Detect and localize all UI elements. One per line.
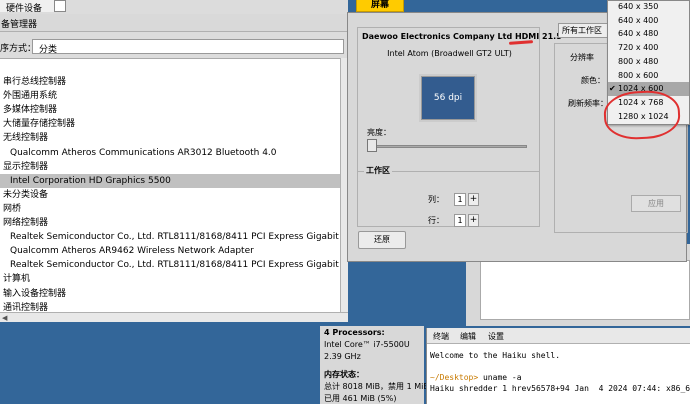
resolution-option-label: 800 x 600	[618, 70, 659, 80]
brightness-slider-handle[interactable]	[367, 139, 377, 152]
terminal-menubar: 终端 编辑 设置	[427, 328, 690, 344]
cpu-model: Intel Core™ i7-5500U	[324, 340, 410, 349]
rows-field[interactable]: 1	[454, 214, 466, 227]
menu-terminal[interactable]: 终端	[433, 331, 449, 342]
gpu-name: Intel Atom (Broadwell GT2 ULT)	[387, 49, 512, 58]
workspace-panel: 工作区 列： 1 + 行： 1 +	[357, 165, 540, 227]
device-item[interactable]: Realtek Semiconductor Co., Ltd. RTL8111/…	[0, 258, 340, 272]
device-category[interactable]: 通讯控制器	[0, 301, 340, 312]
sort-select[interactable]: 分类	[32, 39, 344, 55]
cpu-speed: 2.39 GHz	[324, 352, 361, 361]
device-category[interactable]: 输入设备控制器	[0, 287, 340, 301]
resolution-option[interactable]: 800 x 600	[608, 69, 689, 83]
brightness-slider[interactable]	[369, 145, 527, 148]
columns-field[interactable]: 1	[454, 193, 466, 206]
resolution-option-label: 640 x 400	[618, 15, 659, 25]
resolution-option-label: 720 x 400	[618, 43, 659, 53]
device-category[interactable]: 外围通用系统	[0, 89, 340, 103]
restore-button[interactable]: 还原	[358, 231, 406, 249]
device-category[interactable]: 计算机	[0, 272, 340, 286]
resolution-option[interactable]: 720 x 400	[608, 41, 689, 55]
sort-label: 序方式：	[0, 44, 37, 54]
window-tab-screen[interactable]: 屏幕	[356, 0, 404, 12]
color-label: 颜色：	[581, 76, 605, 85]
apply-button[interactable]: 应用	[631, 195, 681, 212]
menu-edit[interactable]: 编辑	[460, 331, 476, 342]
workspace-title: 工作区	[364, 165, 392, 176]
welcome-line: Welcome to the Haiku shell.	[430, 351, 561, 360]
device-category[interactable]: 大储量存储控制器	[0, 117, 340, 131]
scroll-left-icon[interactable]: ◀	[2, 314, 7, 322]
prompt-path: ~/Desktop>	[430, 373, 479, 382]
device-category[interactable]: 无线控制器	[0, 131, 340, 145]
device-category[interactable]: 网络控制器	[0, 216, 340, 230]
device-category[interactable]: 显示控制器	[0, 160, 340, 174]
memory-total: 总计 8018 MiB，禁用 1 MiB	[324, 382, 429, 391]
monitor-preview: 56 dpi	[421, 76, 475, 120]
resolution-option[interactable]: 640 x 400	[608, 14, 689, 28]
resolution-label: 分辨率	[570, 53, 594, 62]
device-category[interactable]: 多媒体控制器	[0, 103, 340, 117]
resolution-option[interactable]: 640 x 480	[608, 27, 689, 41]
terminal-output: Welcome to the Haiku shell. ~/Desktop> u…	[430, 350, 690, 394]
resolution-option[interactable]: 640 x 350	[608, 1, 689, 14]
terminal-window[interactable]: 终端 编辑 设置 Welcome to the Haiku shell. ~/D…	[426, 328, 690, 404]
brightness-label: 亮度：	[367, 128, 391, 137]
resolution-option-label: 640 x 350	[618, 2, 659, 11]
memory-heading: 内存状态：	[324, 370, 364, 379]
rows-increment-button[interactable]: +	[468, 214, 479, 227]
command-output: Haiku shredder 1 hrev56578+94 Jan 4 2024…	[430, 384, 690, 393]
resolution-option-label: 800 x 480	[618, 56, 659, 66]
sort-row: 序方式： 分类	[0, 36, 348, 56]
device-list: 串行总线控制器 外围通用系统 多媒体控制器 大储量存储控制器 无线控制器 Qualcomm…	[0, 58, 340, 312]
check-icon: ✔	[609, 84, 616, 94]
device-item[interactable]: Qualcomm Atheros AR9462 Wireless Network…	[0, 244, 340, 258]
device-manager-window: 硬件设备 备管理器 序方式： 分类 串行总线控制器 外围通用系统 多媒体控制器 大储量…	[0, 0, 348, 322]
command-text: uname -a	[478, 373, 522, 382]
device-category[interactable]: 串行总线控制器	[0, 75, 340, 89]
device-item[interactable]: Qualcomm Atheros Communications AR3012 B…	[0, 146, 340, 160]
horizontal-scrollbar[interactable]: ◀	[0, 312, 348, 322]
processor-count: 4 Processors:	[324, 328, 385, 337]
monitor-panel: Daewoo Electronics Company Ltd HDMI 21.5…	[357, 27, 566, 176]
rows-label: 行：	[428, 216, 444, 225]
background-window-content	[480, 260, 690, 320]
menu-settings[interactable]: 设置	[488, 331, 504, 342]
memory-used: 已用 461 MiB (5%)	[324, 394, 397, 403]
resolution-option-label: 640 x 480	[618, 29, 659, 39]
window-tab-hardware[interactable]: 硬件设备	[0, 0, 60, 14]
system-info-panel: 4 Processors: Intel Core™ i7-5500U 2.39 …	[320, 326, 429, 404]
columns-increment-button[interactable]: +	[468, 193, 479, 206]
device-manager-title: 备管理器	[0, 14, 348, 32]
refresh-rate-label: 刷新频率：	[568, 99, 608, 108]
window-zoom-icon[interactable]	[54, 0, 66, 12]
resolution-option[interactable]: 800 x 480	[608, 55, 689, 69]
monitor-name: Daewoo Electronics Company Ltd HDMI 21.5…	[362, 32, 566, 41]
device-item[interactable]: Realtek Semiconductor Co., Ltd. RTL8111/…	[0, 230, 340, 244]
columns-label: 列：	[428, 195, 444, 204]
device-item[interactable]: Intel Corporation HD Graphics 5500	[0, 173, 340, 188]
dpi-label: 56 dpi	[433, 93, 463, 103]
device-category[interactable]: 网桥	[0, 202, 340, 216]
device-category[interactable]: 未分类设备	[0, 188, 340, 202]
